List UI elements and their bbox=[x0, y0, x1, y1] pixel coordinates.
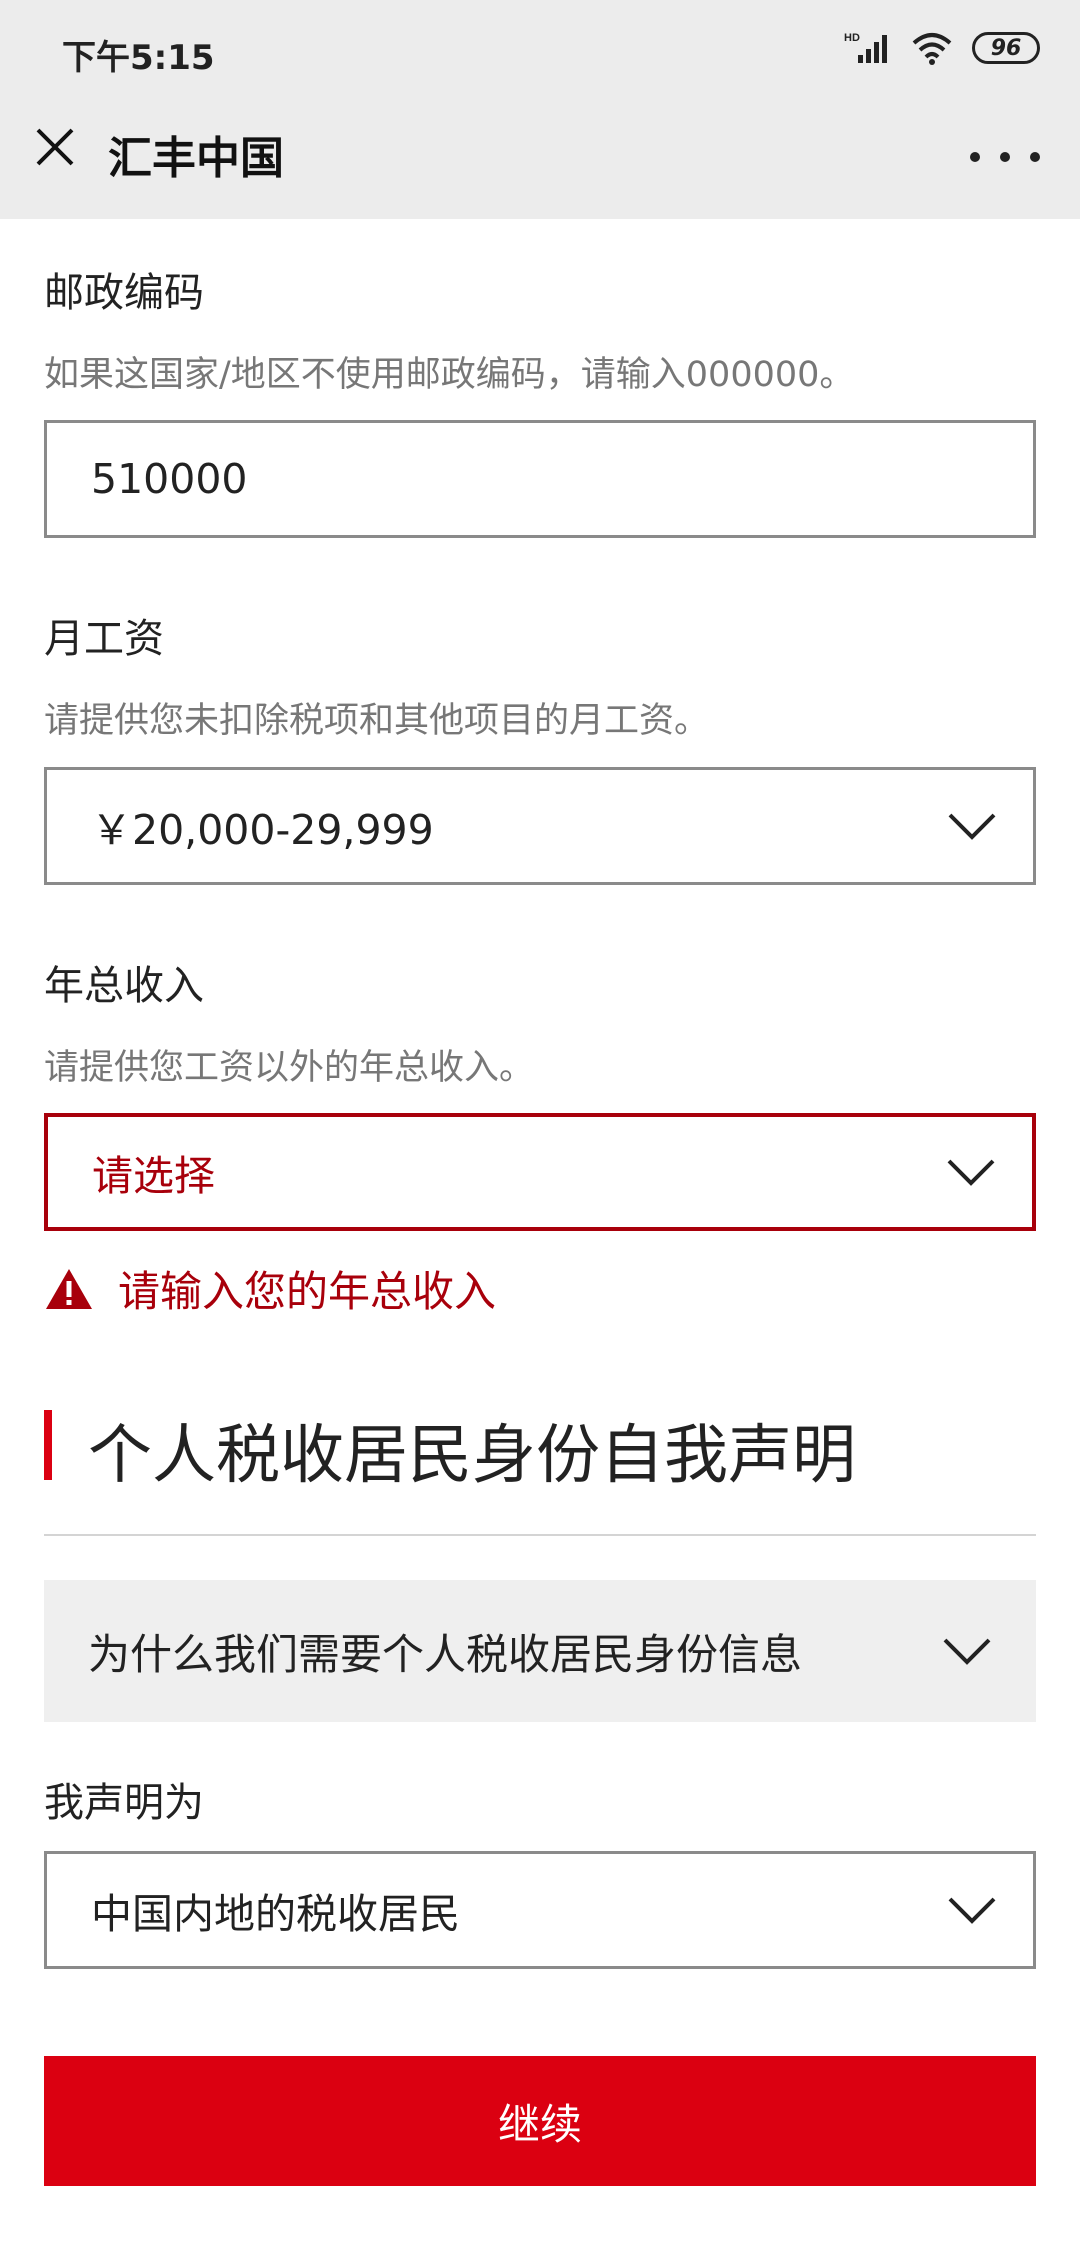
declaration-value: 中国内地的税收居民 bbox=[91, 1890, 460, 1938]
top-bar: 下午5:15 HD 96 汇丰中国 bbox=[0, 0, 1080, 219]
annual-income-value: 请选择 bbox=[92, 1152, 215, 1200]
page-title: 汇丰中国 bbox=[108, 133, 284, 184]
svg-text:HD: HD bbox=[844, 32, 860, 44]
error-message: 请输入您的年总收入 bbox=[118, 1267, 497, 1316]
signal-icon: HD bbox=[844, 32, 887, 63]
close-icon bbox=[36, 128, 74, 166]
continue-button[interactable]: 继续 bbox=[44, 2056, 1036, 2186]
wifi-icon bbox=[912, 33, 952, 65]
section-accent-bar bbox=[44, 1410, 52, 1480]
postal-code-input[interactable]: 510000 bbox=[44, 420, 1036, 538]
why-tax-info-accordion[interactable]: 为什么我们需要个人税收居民身份信息 bbox=[44, 1580, 1036, 1722]
annual-income-select[interactable]: 请选择 bbox=[44, 1113, 1036, 1231]
more-options-button[interactable] bbox=[970, 132, 1040, 182]
annual-income-hint: 请提供您工资以外的年总收入。 bbox=[44, 1048, 535, 1088]
postal-code-label: 邮政编码 bbox=[44, 270, 204, 316]
monthly-salary-hint: 请提供您未扣除税项和其他项目的月工资。 bbox=[44, 701, 710, 741]
accordion-label: 为什么我们需要个人税收居民身份信息 bbox=[88, 1629, 803, 1679]
status-time: 下午5:15 bbox=[62, 38, 215, 78]
monthly-salary-label: 月工资 bbox=[44, 616, 164, 662]
dot-icon bbox=[1000, 152, 1010, 162]
chevron-down-icon bbox=[947, 1159, 995, 1186]
declaration-select[interactable]: 中国内地的税收居民 bbox=[44, 1851, 1036, 1969]
dot-icon bbox=[970, 152, 980, 162]
monthly-salary-value: ￥20,000-29,999 bbox=[91, 806, 434, 854]
chevron-down-icon bbox=[948, 1897, 996, 1924]
dot-icon bbox=[1030, 152, 1040, 162]
battery-indicator: 96 bbox=[972, 32, 1040, 64]
postal-code-value: 510000 bbox=[91, 455, 248, 503]
divider bbox=[44, 1534, 1036, 1536]
status-icons: HD 96 bbox=[844, 28, 1040, 68]
monthly-salary-select[interactable]: ￥20,000-29,999 bbox=[44, 767, 1036, 885]
postal-code-hint: 如果这国家/地区不使用邮政编码，请输入000000。 bbox=[44, 355, 855, 395]
warning-icon bbox=[46, 1268, 92, 1309]
annual-income-label: 年总收入 bbox=[44, 963, 204, 1009]
chevron-down-icon bbox=[943, 1638, 991, 1665]
section-title: 个人税收居民身份自我声明 bbox=[88, 1419, 856, 1493]
annual-income-error: 请输入您的年总收入 bbox=[44, 1258, 496, 1319]
close-button[interactable] bbox=[30, 122, 80, 172]
declaration-label: 我声明为 bbox=[44, 1780, 204, 1826]
chevron-down-icon bbox=[948, 813, 996, 840]
